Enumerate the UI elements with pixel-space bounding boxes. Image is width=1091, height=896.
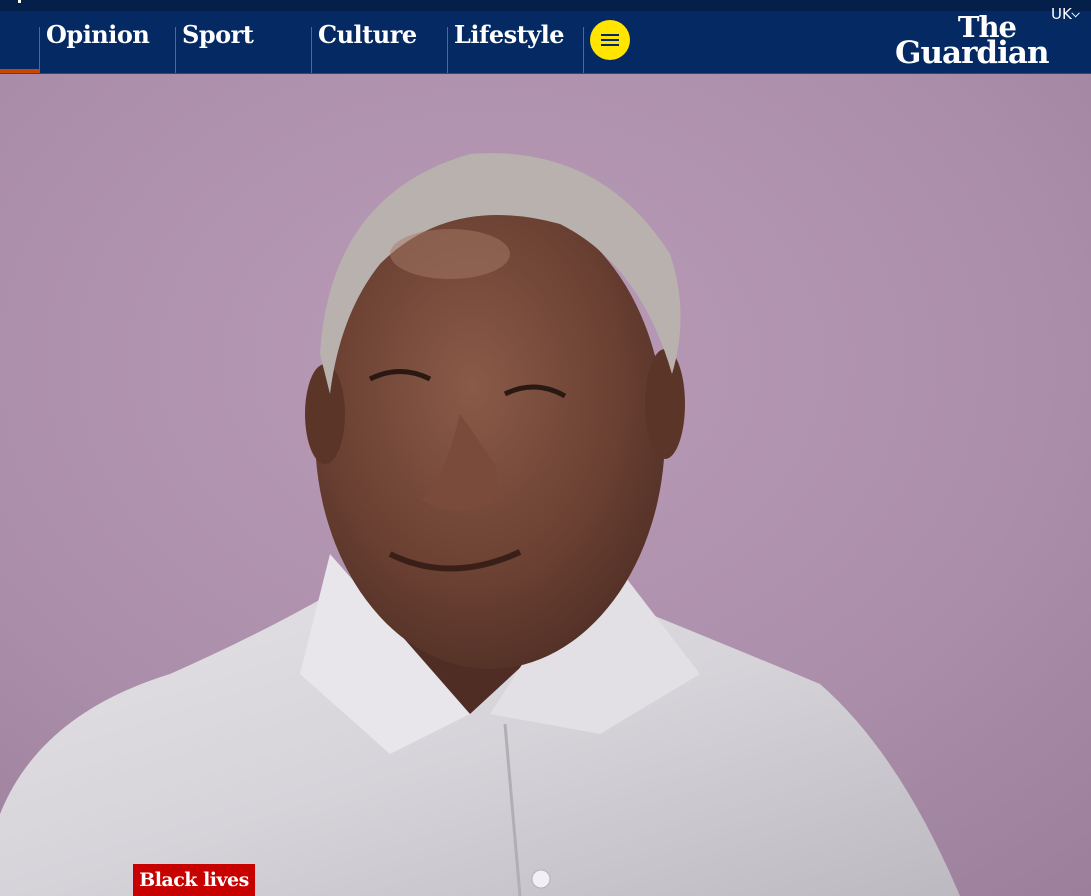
chevron-down-icon <box>1071 8 1080 18</box>
guardian-logo[interactable]: The Guardian <box>895 13 1050 71</box>
nav-item-lifestyle[interactable]: Lifestyle <box>454 17 565 57</box>
section-kicker[interactable]: Black lives <box>133 864 255 896</box>
nav-divider <box>447 27 448 73</box>
nav-divider <box>39 27 40 73</box>
menu-button[interactable] <box>590 20 630 60</box>
nav-item-opinion[interactable]: Opinion <box>46 17 150 57</box>
main-nav: Opinion Sport Culture Lifestyle The Guar… <box>0 11 1091 74</box>
nav-item-culture[interactable]: Culture <box>318 17 417 57</box>
nav-item-sport[interactable]: Sport <box>182 17 254 57</box>
top-strip-mark <box>18 0 21 3</box>
edition-switcher[interactable]: UK <box>1051 5 1080 25</box>
nav-divider <box>175 27 176 73</box>
top-strip <box>0 0 1091 11</box>
hero-photo <box>0 74 1091 896</box>
nav-divider <box>311 27 312 73</box>
nav-divider <box>583 27 584 73</box>
edition-label: UK <box>1051 5 1072 23</box>
hero-image <box>0 74 1091 896</box>
logo-line-2: Guardian <box>895 35 1050 71</box>
nav-active-indicator <box>0 69 39 73</box>
